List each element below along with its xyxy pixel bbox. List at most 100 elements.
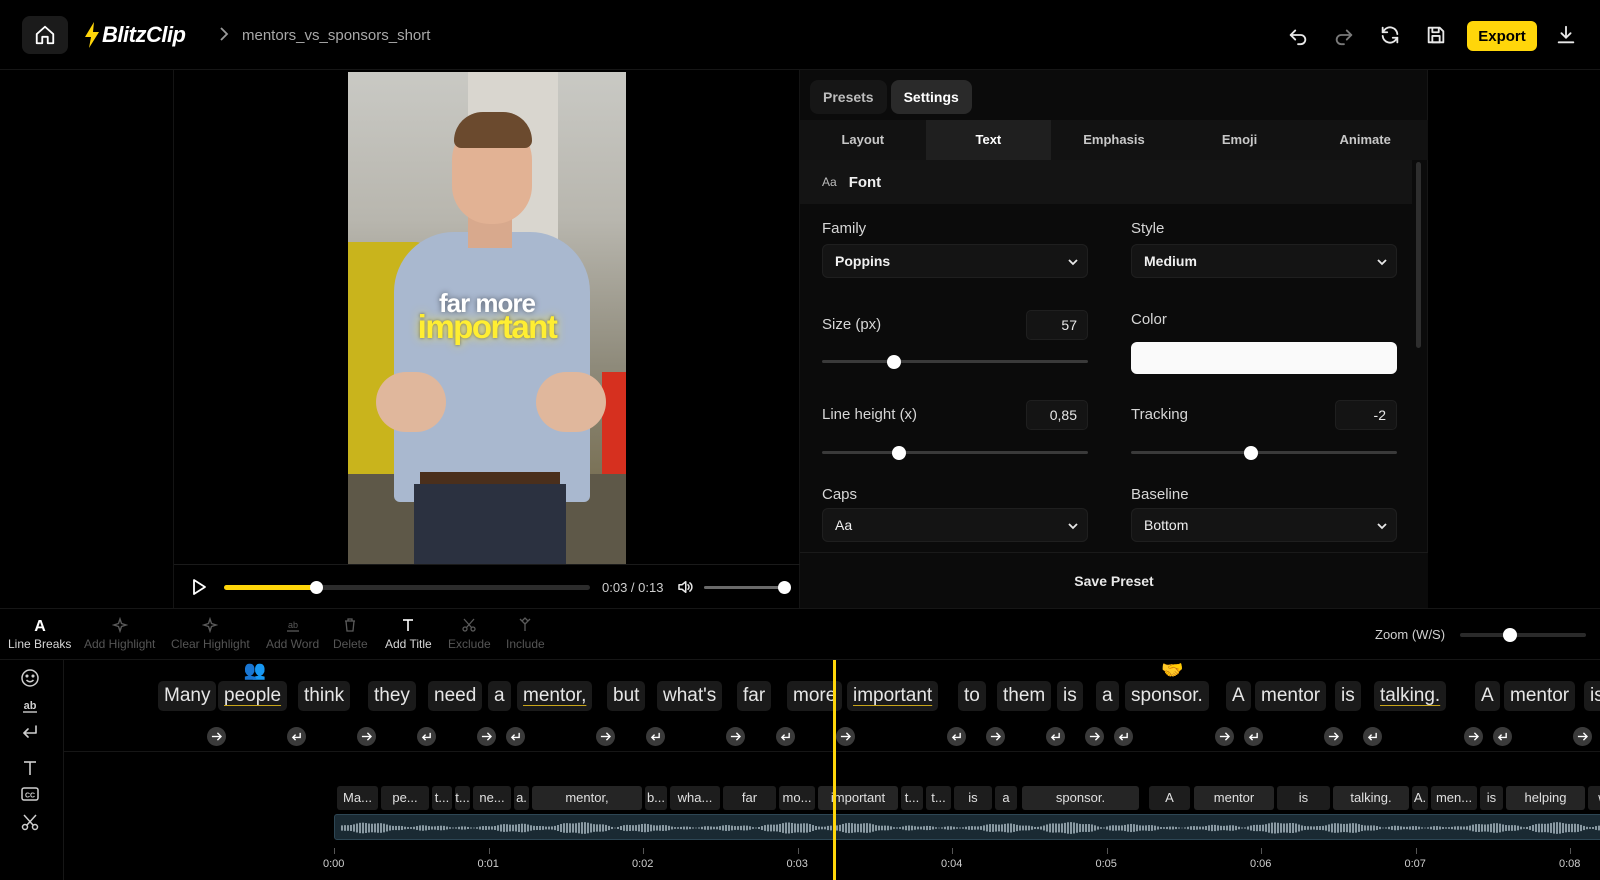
caption-clip[interactable]: t...: [926, 786, 951, 810]
volume-slider-thumb[interactable]: [778, 581, 791, 594]
caption-clip[interactable]: t...: [432, 786, 452, 810]
line-break-marker[interactable]: [947, 727, 966, 746]
tab-presets[interactable]: Presets: [810, 80, 887, 114]
words-track-button[interactable]: ab: [18, 694, 42, 718]
caption-clip[interactable]: A: [1149, 786, 1190, 810]
caption-clip[interactable]: a.: [514, 786, 529, 810]
caption-clip[interactable]: sponsor.: [1022, 786, 1139, 810]
download-button[interactable]: [1553, 22, 1579, 48]
video-frame[interactable]: far more important: [348, 72, 626, 564]
transcript-word[interactable]: mentor: [1255, 681, 1327, 711]
line-break-marker[interactable]: [1244, 727, 1263, 746]
transcript-word[interactable]: is: [1584, 681, 1600, 711]
save-button[interactable]: [1423, 22, 1449, 48]
subtab-emphasis[interactable]: Emphasis: [1051, 120, 1177, 160]
line-break-marker[interactable]: [1114, 727, 1133, 746]
size-slider-thumb[interactable]: [886, 355, 901, 369]
word-join-marker[interactable]: [836, 727, 855, 746]
caption-clip[interactable]: w: [1588, 786, 1600, 810]
subtab-layout[interactable]: Layout: [800, 120, 926, 160]
word-join-marker[interactable]: [1324, 727, 1343, 746]
play-button[interactable]: [190, 578, 208, 596]
line-break-marker[interactable]: [1493, 727, 1512, 746]
word-join-marker[interactable]: [1573, 727, 1592, 746]
project-name[interactable]: mentors_vs_sponsors_short: [242, 27, 430, 44]
caption-clip[interactable]: A.: [1412, 786, 1428, 810]
title-track-button[interactable]: [18, 756, 42, 780]
family-select[interactable]: Poppins: [822, 244, 1088, 278]
transcript-word[interactable]: a: [488, 681, 511, 711]
add-title-tool[interactable]: Add Title: [385, 617, 432, 651]
redo-button[interactable]: [1331, 22, 1357, 48]
caption-clip[interactable]: ne...: [473, 786, 511, 810]
word-join-marker[interactable]: [596, 727, 615, 746]
caption-clip[interactable]: a: [995, 786, 1017, 810]
save-preset-button[interactable]: Save Preset: [800, 552, 1428, 608]
word-join-marker[interactable]: [357, 727, 376, 746]
subtab-animate[interactable]: Animate: [1302, 120, 1428, 160]
tracking-slider[interactable]: [1131, 446, 1397, 460]
transcript-word[interactable]: but: [607, 681, 646, 711]
caption-clip[interactable]: b...: [645, 786, 667, 810]
word-join-marker[interactable]: [1085, 727, 1104, 746]
app-logo[interactable]: BlitzClip: [84, 20, 186, 50]
line-break-track-button[interactable]: [18, 720, 42, 744]
caption-clip[interactable]: t...: [455, 786, 470, 810]
baseline-select[interactable]: Bottom: [1131, 508, 1397, 542]
volume-slider[interactable]: [704, 581, 791, 594]
caps-select[interactable]: Aa: [822, 508, 1088, 542]
transcript-word[interactable]: mentor,: [517, 681, 593, 711]
cut-track-button[interactable]: [18, 810, 42, 834]
transcript-word[interactable]: A: [1226, 681, 1251, 711]
transcript-word[interactable]: think: [298, 681, 351, 711]
zoom-slider-thumb[interactable]: [1503, 628, 1518, 642]
word-join-marker[interactable]: [1464, 727, 1483, 746]
transcript-word[interactable]: mentor: [1504, 681, 1576, 711]
playback-progress-thumb[interactable]: [309, 581, 323, 594]
transcript-emoji[interactable]: 🤝: [1161, 660, 1183, 681]
caption-clip[interactable]: mo...: [779, 786, 815, 810]
include-tool[interactable]: Include: [506, 617, 545, 651]
line-height-input[interactable]: 0,85: [1026, 400, 1088, 430]
size-slider[interactable]: [822, 355, 1088, 369]
line-height-slider-thumb[interactable]: [892, 446, 907, 460]
panel-scrollbar[interactable]: [1416, 162, 1421, 348]
word-join-marker[interactable]: [207, 727, 226, 746]
caption-clip[interactable]: important: [818, 786, 898, 810]
caption-clip[interactable]: Ma...: [337, 786, 378, 810]
subtab-emoji[interactable]: Emoji: [1177, 120, 1303, 160]
transcript-word[interactable]: A: [1475, 681, 1500, 711]
size-input[interactable]: 57: [1026, 310, 1088, 340]
zoom-slider[interactable]: [1460, 628, 1586, 642]
transcript-word[interactable]: them: [997, 681, 1052, 711]
caption-clip[interactable]: talking.: [1333, 786, 1409, 810]
transcript-word[interactable]: is: [1335, 681, 1361, 711]
caption-clip[interactable]: t...: [901, 786, 923, 810]
line-break-marker[interactable]: [776, 727, 795, 746]
clear-highlight-tool[interactable]: Clear Highlight: [171, 617, 250, 651]
add-highlight-tool[interactable]: Add Highlight: [84, 617, 155, 651]
caption-clip[interactable]: is: [954, 786, 992, 810]
transcript-word[interactable]: what's: [657, 681, 723, 711]
word-join-marker[interactable]: [726, 727, 745, 746]
caption-clip[interactable]: mentor,: [532, 786, 642, 810]
caption-clip[interactable]: mentor: [1194, 786, 1274, 810]
caption-clip[interactable]: wha...: [670, 786, 720, 810]
transcript-word[interactable]: sponsor.: [1125, 681, 1209, 711]
transcript-word[interactable]: is: [1057, 681, 1083, 711]
delete-tool[interactable]: Delete: [333, 617, 368, 651]
line-break-marker[interactable]: [506, 727, 525, 746]
line-break-marker[interactable]: [287, 727, 306, 746]
subtab-text[interactable]: Text: [925, 120, 1052, 160]
caption-clip[interactable]: men...: [1431, 786, 1477, 810]
word-join-marker[interactable]: [986, 727, 1005, 746]
tab-settings[interactable]: Settings: [890, 80, 972, 114]
tracking-slider-thumb[interactable]: [1243, 446, 1258, 460]
caption-clip[interactable]: pe...: [381, 786, 429, 810]
playhead[interactable]: [833, 660, 836, 880]
audio-waveform[interactable]: [334, 814, 1600, 840]
emoji-track-button[interactable]: [18, 666, 42, 690]
caption-clip[interactable]: is: [1480, 786, 1503, 810]
captions-track-button[interactable]: CC: [18, 782, 42, 806]
word-join-marker[interactable]: [477, 727, 496, 746]
